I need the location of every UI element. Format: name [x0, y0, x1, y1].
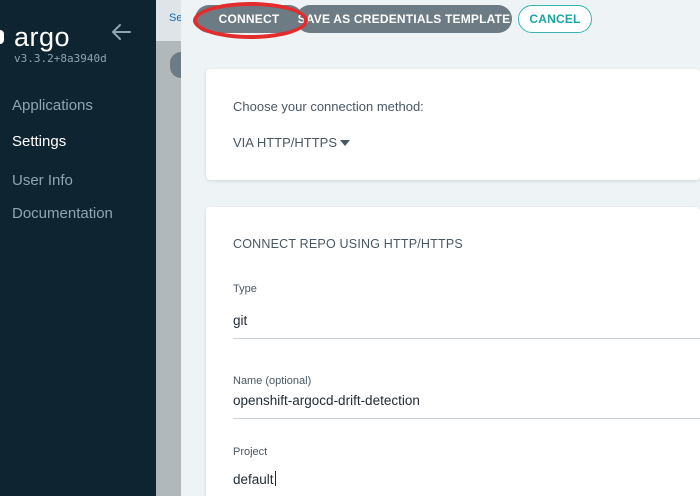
- text-cursor: [274, 471, 276, 486]
- type-field-label: Type: [233, 283, 257, 295]
- sidebar-item-user-info[interactable]: User Info: [12, 172, 73, 189]
- sidebar-item-applications[interactable]: Applications: [12, 97, 93, 114]
- name-field[interactable]: openshift-argocd-drift-detection: [233, 393, 700, 419]
- repo-form-card: CONNECT REPO USING HTTP/HTTPS Type git N…: [206, 207, 700, 496]
- argo-logo-icon: [0, 30, 4, 44]
- argo-logo[interactable]: argo: [0, 22, 100, 52]
- brand-name: argo: [14, 22, 71, 52]
- form-section-title: CONNECT REPO USING HTTP/HTTPS: [233, 237, 463, 251]
- panel-toolbar: CONNECT SAVE AS CREDENTIALS TEMPLATE CAN…: [181, 0, 700, 40]
- type-field[interactable]: git: [233, 313, 700, 339]
- caret-down-icon: [340, 139, 351, 146]
- version-label: v3.3.2+8a3940d: [14, 52, 107, 65]
- connection-method-dropdown[interactable]: VIA HTTP/HTTPS: [233, 135, 351, 150]
- project-field-label: Project: [233, 446, 268, 458]
- connect-repo-panel: CONNECT SAVE AS CREDENTIALS TEMPLATE CAN…: [181, 0, 700, 496]
- name-field-label: Name (optional): [233, 375, 312, 387]
- sidebar-item-documentation[interactable]: Documentation: [12, 205, 113, 222]
- project-field-text: default: [233, 472, 274, 487]
- collapse-sidebar-icon[interactable]: [110, 22, 132, 42]
- connection-method-value: VIA HTTP/HTTPS: [233, 135, 338, 150]
- connection-method-label: Choose your connection method:: [233, 99, 424, 114]
- sidebar: argo v3.3.2+8a3940d Applications Setting…: [0, 0, 156, 496]
- connection-method-card: Choose your connection method: VIA HTTP/…: [206, 69, 700, 180]
- cancel-button[interactable]: CANCEL: [518, 5, 592, 33]
- project-field[interactable]: default: [233, 471, 700, 496]
- sidebar-item-settings[interactable]: Settings: [12, 133, 66, 150]
- save-as-credentials-template-button[interactable]: SAVE AS CREDENTIALS TEMPLATE: [296, 5, 512, 33]
- connect-button[interactable]: CONNECT: [195, 5, 303, 33]
